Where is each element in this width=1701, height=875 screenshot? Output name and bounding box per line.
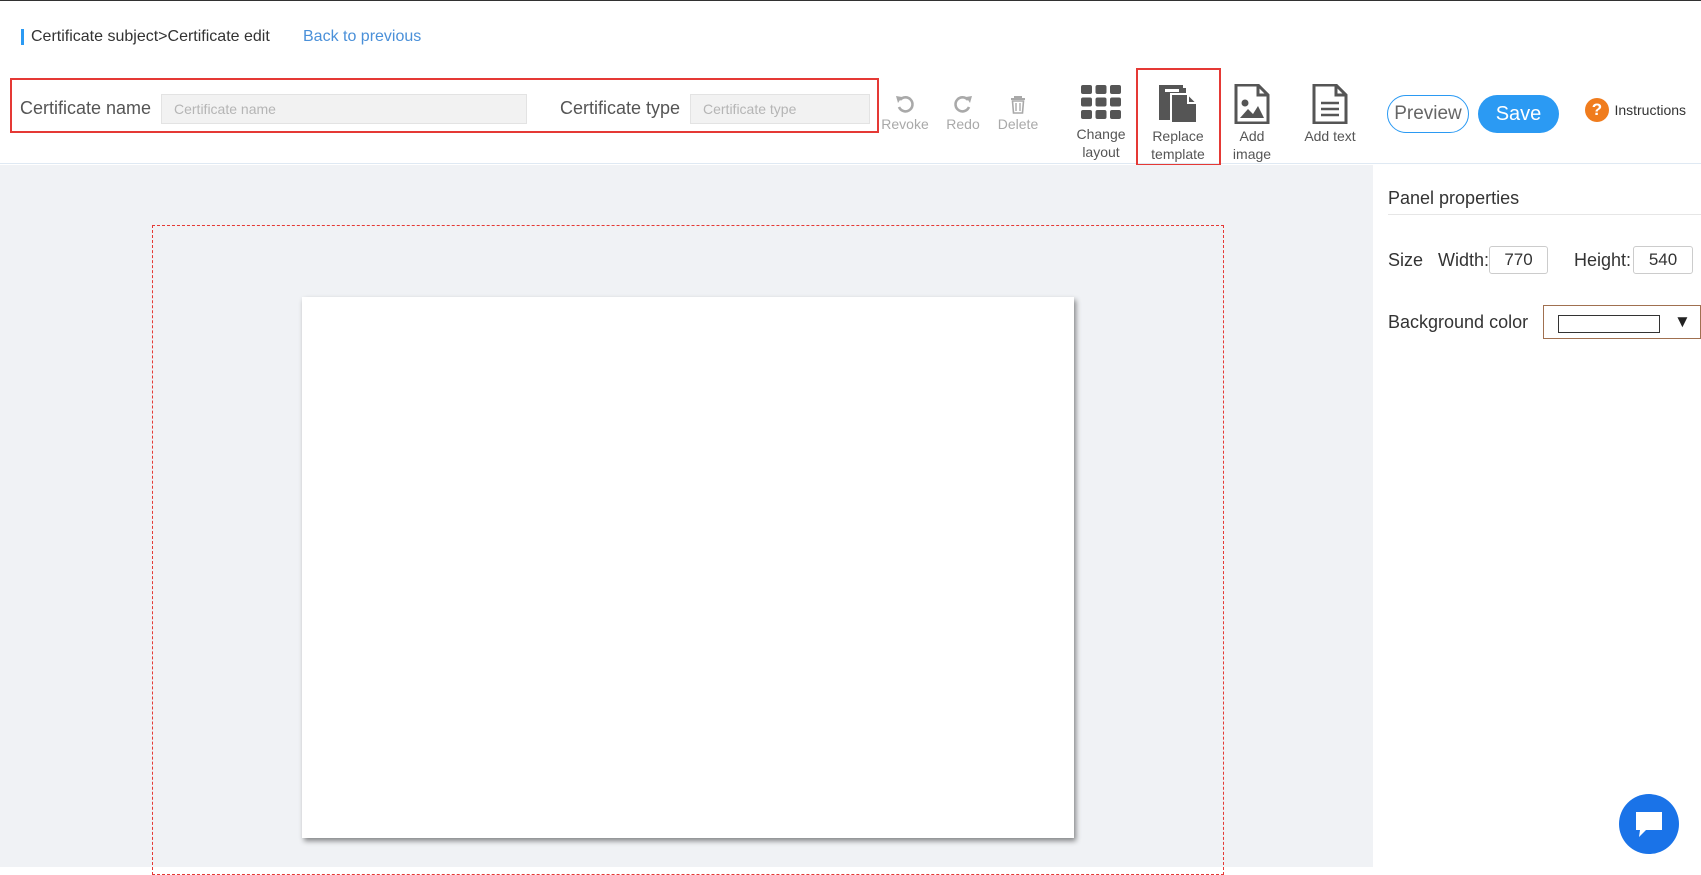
certificate-type-input[interactable] — [690, 94, 870, 124]
chat-icon — [1636, 812, 1662, 837]
background-color-label: Background color — [1388, 312, 1529, 332]
height-input[interactable]: 540 — [1633, 246, 1693, 274]
background-color-picker[interactable]: ▼ — [1543, 305, 1701, 339]
certificate-type-label: Certificate type — [560, 98, 681, 118]
replace-template-label-2: template — [1151, 146, 1205, 162]
page-header: Certificate subject>Certificate edit Bac… — [0, 1, 1701, 71]
change-layout-label-2: layout — [1082, 144, 1120, 160]
revoke-label: Revoke — [881, 116, 929, 132]
change-layout-label-1: Change — [1076, 126, 1126, 142]
trash-icon — [1011, 96, 1025, 114]
background-color-swatch — [1558, 315, 1660, 333]
add-image-label-1: Add — [1239, 128, 1265, 144]
breadcrumb: Certificate subject>Certificate edit — [31, 28, 270, 45]
document-icon — [1312, 84, 1348, 124]
redo-icon — [954, 96, 972, 113]
change-layout-button[interactable]: Change layout — [1073, 84, 1129, 161]
size-label: Size — [1388, 250, 1424, 270]
width-label: Width: — [1438, 250, 1490, 270]
replace-template-button[interactable]: Replace template — [1148, 84, 1208, 163]
panel-title: Panel properties — [1388, 188, 1520, 208]
help-icon: ? — [1585, 98, 1609, 122]
image-icon — [1234, 84, 1270, 124]
redo-label: Redo — [946, 116, 980, 132]
breadcrumb-accent-bar — [21, 29, 24, 45]
save-button[interactable]: Save — [1478, 95, 1559, 133]
instructions-link[interactable]: ? Instructions — [1585, 98, 1686, 122]
panel-divider — [1388, 214, 1701, 215]
delete-button[interactable]: Delete — [994, 93, 1042, 133]
add-text-label: Add text — [1304, 128, 1356, 144]
redo-button[interactable]: Redo — [942, 93, 984, 133]
panel-properties: Panel properties Size Width: 770 Height:… — [1373, 165, 1701, 867]
add-image-button[interactable]: Add image — [1229, 84, 1275, 163]
chevron-down-icon: ▼ — [1674, 312, 1691, 331]
preview-button[interactable]: Preview — [1387, 95, 1469, 133]
chat-button[interactable] — [1619, 794, 1679, 854]
certificate-canvas[interactable] — [302, 297, 1074, 838]
back-to-previous-link[interactable]: Back to previous — [303, 28, 421, 46]
editor-workspace — [0, 165, 1373, 875]
delete-label: Delete — [997, 116, 1039, 132]
certificate-name-input[interactable] — [161, 94, 527, 124]
revoke-button[interactable]: Revoke — [880, 93, 930, 133]
template-icon — [1159, 85, 1198, 124]
replace-template-label-1: Replace — [1152, 128, 1204, 144]
add-image-label-2: image — [1232, 146, 1272, 162]
grid-icon — [1081, 85, 1121, 119]
height-label: Height: — [1574, 250, 1632, 270]
undo-icon — [896, 96, 914, 113]
add-text-button[interactable]: Add text — [1300, 84, 1360, 145]
instructions-label: Instructions — [1614, 102, 1687, 118]
certificate-name-label: Certificate name — [20, 98, 152, 118]
width-input[interactable]: 770 — [1489, 246, 1548, 274]
